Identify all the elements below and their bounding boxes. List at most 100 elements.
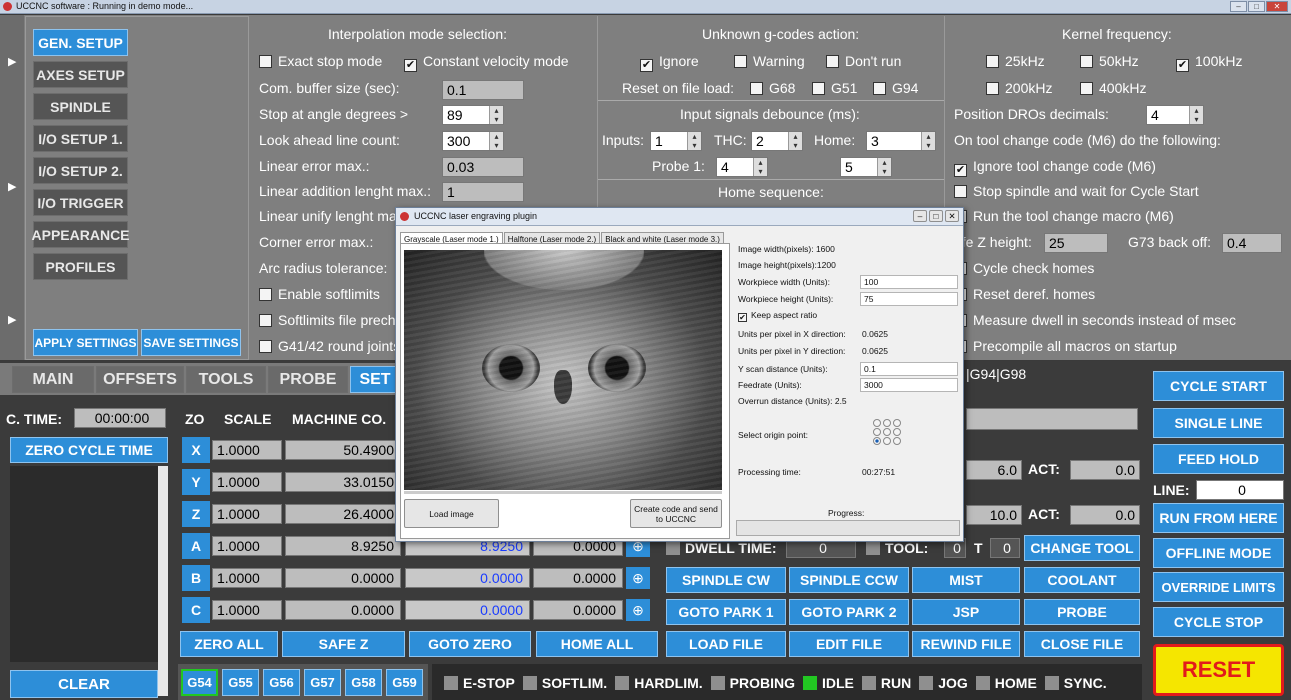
goto-park-1-button[interactable]: GOTO PARK 1 [666, 599, 786, 625]
softlimits-file-checkbox[interactable]: Softlimits file prech [259, 312, 395, 328]
nav-io-setup-1[interactable]: I/O SETUP 1. [33, 125, 128, 152]
com-buffer-input[interactable]: 0.1 [442, 80, 524, 100]
g73-input[interactable]: 0.4 [1222, 233, 1282, 253]
checkbox-icon[interactable] [826, 55, 839, 68]
load-image-button[interactable]: Load image [404, 499, 499, 528]
yscan-input[interactable]: 0.1 [860, 362, 958, 376]
override-limits-button[interactable]: OVERRIDE LIMITS [1153, 572, 1284, 602]
home-debounce-input[interactable]: 3 [871, 132, 879, 150]
zero-axis-icon[interactable]: ⊕ [626, 567, 650, 589]
g51-checkbox[interactable]: G51 [812, 80, 857, 96]
arrow-icon[interactable]: ▶ [8, 55, 16, 68]
freq-50-checkbox[interactable]: 50kHz [1080, 53, 1139, 69]
work-offset-g58[interactable]: G58 [345, 669, 382, 696]
feedrate-input[interactable]: 3000 [860, 378, 958, 392]
warning-checkbox[interactable]: Warning [734, 53, 805, 69]
m6-macro-checkbox[interactable]: Run the tool change macro (M6) [954, 208, 1174, 224]
thc-input[interactable]: 2 [756, 132, 764, 150]
checkbox-icon[interactable] [1080, 55, 1093, 68]
safe-z-input[interactable]: 25 [1044, 233, 1108, 253]
nav-spindle[interactable]: SPINDLE [33, 93, 128, 120]
line-input[interactable]: 0 [1196, 480, 1284, 500]
workpiece-height-input[interactable]: 75 [860, 292, 958, 306]
checkbox-icon[interactable] [259, 288, 272, 301]
tab-tools[interactable]: TOOLS [186, 366, 266, 393]
spinner-icon[interactable]: ▴ ▾ [753, 158, 767, 176]
edit-file-button[interactable]: EDIT FILE [789, 631, 909, 657]
axis-scale-input[interactable]: 1.0000 [212, 472, 282, 492]
axis-c-button[interactable]: C [182, 597, 210, 623]
axis-scale-input[interactable]: 1.0000 [212, 440, 282, 460]
spinner-icon[interactable]: ▴ ▾ [489, 106, 503, 124]
offline-mode-button[interactable]: OFFLINE MODE [1153, 538, 1284, 568]
nav-axes-setup[interactable]: AXES SETUP [33, 61, 128, 88]
nav-io-setup-2[interactable]: I/O SETUP 2. [33, 157, 128, 184]
origin-radio[interactable] [893, 437, 901, 445]
create-code-button[interactable]: Create code and send to UCCNC [630, 499, 722, 528]
checkbox-checked-icon[interactable]: ✔ [954, 164, 967, 177]
goto-park-2-button[interactable]: GOTO PARK 2 [789, 599, 909, 625]
origin-radio-selected[interactable] [873, 437, 881, 445]
freq-200-checkbox[interactable]: 200kHz [986, 80, 1052, 96]
dialog-minimize-icon[interactable]: – [913, 210, 927, 222]
checkbox-icon[interactable] [954, 185, 967, 198]
save-settings-button[interactable]: SAVE SETTINGS [141, 329, 241, 356]
origin-radio[interactable] [883, 437, 891, 445]
nav-io-trigger[interactable]: I/O TRIGGER [33, 189, 128, 216]
work-offset-g57[interactable]: G57 [304, 669, 341, 696]
dont-run-checkbox[interactable]: Don't run [826, 53, 901, 69]
g94-checkbox[interactable]: G94 [873, 80, 918, 96]
dro-decimals-input[interactable]: 4 [1151, 106, 1159, 124]
gcode-listbox[interactable] [10, 466, 158, 662]
load-file-button[interactable]: LOAD FILE [666, 631, 786, 657]
freq-25-checkbox[interactable]: 25kHz [986, 53, 1045, 69]
checkbox-checked-icon[interactable]: ✔ [640, 59, 653, 72]
checkbox-icon[interactable] [259, 340, 272, 353]
axis-y-button[interactable]: Y [182, 469, 210, 495]
checkbox-icon[interactable] [986, 55, 999, 68]
nav-appearance[interactable]: APPEARANCE [32, 221, 130, 248]
checkbox-checked-icon[interactable]: ✔ [404, 59, 417, 72]
nav-gen-setup[interactable]: GEN. SETUP [33, 29, 128, 56]
work-coord-value[interactable]: 0.0000 [405, 568, 530, 588]
enable-softlimits-checkbox[interactable]: Enable softlimits [259, 286, 380, 302]
zero-all-button[interactable]: ZERO ALL [180, 631, 278, 657]
reset-button[interactable]: RESET [1153, 644, 1284, 696]
checkbox-icon[interactable] [259, 314, 272, 327]
stop-angle-input[interactable]: 89 [447, 106, 463, 124]
checkbox-icon[interactable] [986, 82, 999, 95]
axis-x-button[interactable]: X [182, 437, 210, 463]
tab-offsets[interactable]: OFFSETS [96, 366, 184, 393]
keep-aspect-checkbox[interactable]: ✔ Keep aspect ratio [738, 310, 817, 322]
axis-scale-input[interactable]: 1.0000 [212, 504, 282, 524]
zero-axis-icon[interactable]: ⊕ [626, 599, 650, 621]
probe-button[interactable]: PROBE [1024, 599, 1140, 625]
tab-settings[interactable]: SET [350, 366, 400, 393]
close-file-button[interactable]: CLOSE FILE [1024, 631, 1140, 657]
safe-z-button[interactable]: SAFE Z [282, 631, 405, 657]
m6-ignore-checkbox[interactable]: ✔ Ignore tool change code (M6) [954, 158, 1156, 177]
rewind-file-button[interactable]: REWIND FILE [912, 631, 1020, 657]
jsp-button[interactable]: JSP [912, 599, 1020, 625]
spinner-icon[interactable]: ▴ ▾ [1189, 106, 1203, 124]
maximize-icon[interactable]: □ [1248, 1, 1265, 12]
axis-b-button[interactable]: B [182, 565, 210, 591]
nav-profiles[interactable]: PROFILES [33, 253, 128, 280]
origin-radio[interactable] [883, 419, 891, 427]
tab-probe[interactable]: PROBE [268, 366, 348, 393]
axis-scale-input[interactable]: 1.0000 [212, 568, 282, 588]
arrow-icon[interactable]: ▶ [8, 313, 16, 326]
checkbox-icon[interactable] [873, 82, 886, 95]
dialog-maximize-icon[interactable]: □ [929, 210, 943, 222]
probe1-input[interactable]: 4 [721, 158, 729, 176]
precompile-checkbox[interactable]: Precompile all macros on startup [954, 338, 1177, 354]
linear-addition-input[interactable]: 1 [442, 182, 524, 202]
change-tool-button[interactable]: CHANGE TOOL [1024, 535, 1140, 561]
probe2-input[interactable]: 5 [845, 158, 853, 176]
checkbox-icon[interactable] [750, 82, 763, 95]
spinner-icon[interactable]: ▴ ▾ [921, 132, 935, 150]
freq-100-checkbox[interactable]: ✔ 100kHz [1176, 53, 1242, 72]
run-from-here-button[interactable]: RUN FROM HERE [1153, 503, 1284, 533]
scrollbar[interactable] [158, 466, 168, 696]
spindle-cw-button[interactable]: SPINDLE CW [666, 567, 786, 593]
